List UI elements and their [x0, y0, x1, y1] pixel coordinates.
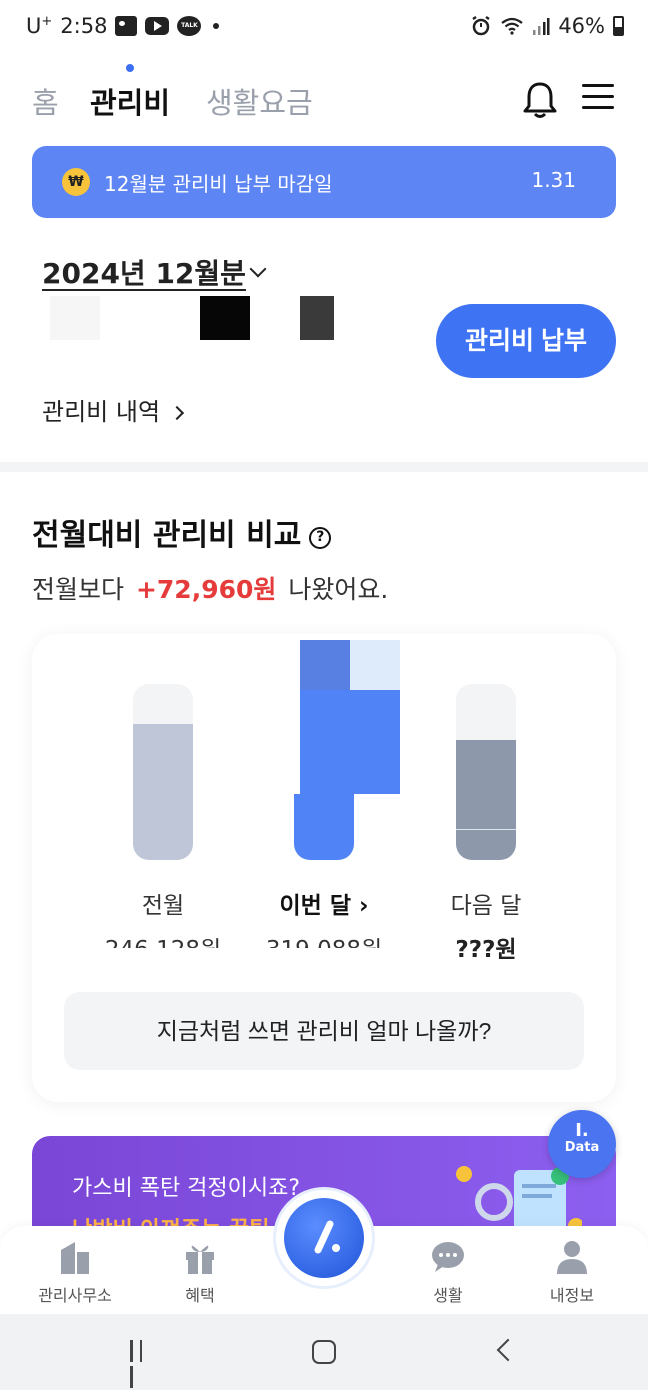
nav-label: 관리사무소	[38, 1286, 112, 1305]
status-left: U+ 2:58 TALK	[26, 14, 220, 38]
bar-current-month-top[interactable]	[300, 640, 350, 690]
app-logo-icon	[284, 1198, 364, 1278]
compare-diff-amount: +72,960원	[135, 575, 277, 604]
status-time: 2:58	[60, 14, 108, 38]
person-icon	[557, 1241, 587, 1274]
logo-slash-icon	[314, 1220, 340, 1254]
wifi-icon	[501, 17, 523, 35]
bar-current-month-highlight[interactable]	[350, 640, 400, 690]
nav-label: 내정보	[549, 1286, 595, 1305]
tab-management-fee[interactable]: 관리비	[90, 64, 170, 122]
redacted-block	[200, 296, 250, 340]
value-previous-month: 246,128원	[93, 930, 233, 948]
compare-title: 전월대비 관리비 비교?	[32, 510, 332, 554]
more-notifications-dot-icon	[213, 23, 220, 29]
help-icon[interactable]: ?	[309, 527, 332, 549]
pay-fee-button[interactable]: 관리비 납부	[436, 304, 616, 378]
value-current-month: 319,088원	[254, 930, 394, 948]
recent-apps-icon[interactable]	[130, 1340, 156, 1388]
signal-icon	[533, 18, 550, 35]
tab-home[interactable]: 홈	[32, 80, 59, 122]
carrier: U+	[26, 14, 53, 38]
label-current-month[interactable]: 이번 달 ›	[254, 886, 394, 920]
kakaotalk-icon: TALK	[177, 16, 202, 36]
label-next-month: 다음 달	[450, 893, 522, 919]
promo-text: 가스비 폭탄 걱정이시죠?	[72, 1176, 301, 1201]
bar-current-month-mid[interactable]	[300, 690, 400, 794]
bar-next-divider	[456, 829, 516, 830]
won-coin-icon: ₩	[62, 168, 90, 196]
redacted-block	[50, 296, 100, 340]
payment-deadline-banner[interactable]: ₩ 12월분 관리비 납부 마감일 1.31	[32, 146, 616, 218]
back-icon[interactable]	[496, 1338, 520, 1362]
chat-bubble-icon	[432, 1242, 464, 1272]
nav-my-info[interactable]: 내정보	[522, 1240, 622, 1306]
building-icon	[61, 1242, 89, 1274]
battery-icon	[613, 16, 624, 36]
alarm-icon	[472, 15, 491, 36]
top-nav: 홈 관리비 생활요금	[0, 62, 648, 138]
menu-icon[interactable]	[582, 84, 614, 114]
nav-label: 생활	[433, 1286, 463, 1305]
notice-text: 12월분 관리비 납부 마감일	[104, 172, 333, 196]
gift-icon	[186, 1245, 214, 1274]
bar-current-month[interactable]	[294, 794, 354, 860]
compare-sub-prefix: 전월보다	[32, 575, 125, 604]
nav-benefits[interactable]: 혜택	[150, 1240, 250, 1306]
battery-percent: 46%	[558, 14, 605, 38]
compare-summary: 전월보다 +72,960원 나왔어요.	[32, 570, 388, 606]
gallery-icon	[115, 16, 138, 36]
chevron-down-icon	[249, 260, 267, 278]
nav-living[interactable]: 생활	[398, 1240, 498, 1306]
fee-compare-card: 전월 이번 달 › 다음 달 246,128원 319,088원 ???원 지금…	[32, 634, 616, 1102]
billing-month-label: 2024년 12월분	[42, 257, 246, 290]
fee-history-label: 관리비 내역	[42, 398, 161, 426]
data-badge-label: Data	[564, 1140, 600, 1155]
section-divider	[0, 462, 648, 472]
compare-sub-suffix: 나왔어요.	[288, 575, 389, 604]
compare-title-text: 전월대비 관리비 비교	[32, 518, 302, 553]
bar-next-fill	[456, 740, 516, 860]
bell-icon[interactable]	[522, 80, 558, 120]
redacted-block	[300, 296, 334, 340]
fee-history-link[interactable]: 관리비 내역	[42, 392, 185, 427]
center-home-button[interactable]	[276, 1190, 372, 1286]
chevron-right-icon	[169, 405, 185, 421]
bar-next-month	[456, 684, 516, 860]
system-nav-bar	[0, 1314, 648, 1390]
bar-previous-month	[133, 684, 193, 860]
data-badge-mark: I.	[575, 1120, 589, 1141]
status-right: 46%	[470, 14, 624, 38]
bar-previous-fill	[133, 724, 193, 860]
nav-label: 혜택	[185, 1286, 215, 1305]
tab-living-bills[interactable]: 생활요금	[206, 80, 313, 122]
predict-fee-button[interactable]: 지금처럼 쓰면 관리비 얼마 나올까?	[64, 992, 584, 1070]
youtube-icon	[145, 17, 170, 35]
notice-date: 1.31	[531, 168, 576, 192]
data-badge-button[interactable]: I. Data	[548, 1110, 616, 1178]
nav-management-office[interactable]: 관리사무소	[25, 1240, 125, 1306]
home-icon[interactable]	[312, 1340, 336, 1364]
value-next-month: ???원	[455, 937, 517, 963]
label-previous-month: 전월	[141, 893, 185, 919]
status-bar: U+ 2:58 TALK 46%	[0, 0, 648, 56]
billing-month-selector[interactable]: 2024년 12월분	[42, 252, 267, 292]
